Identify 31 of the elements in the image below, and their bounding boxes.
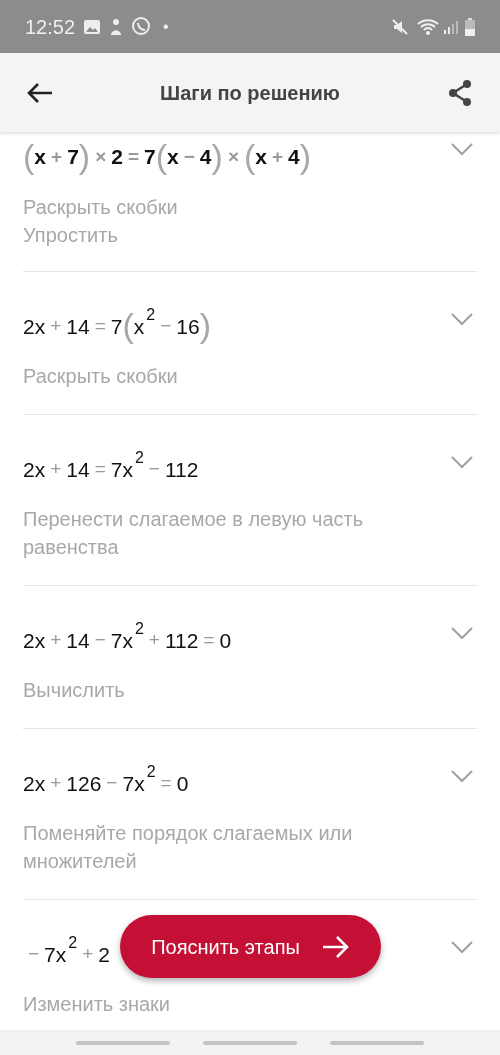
chevron-icon[interactable]	[451, 143, 473, 156]
step-description: Упростить	[23, 222, 119, 248]
mute-icon	[391, 17, 409, 36]
battery-icon	[465, 17, 475, 36]
nav-button[interactable]	[203, 1040, 297, 1045]
signal-icon	[443, 18, 459, 35]
explain-steps-button[interactable]: Пояснить этапы	[120, 915, 381, 978]
step-description: Изменить знаки	[23, 991, 172, 1017]
step-description: Раскрыть скобки	[23, 363, 179, 389]
chevron-icon[interactable]	[451, 626, 473, 640]
notification-dot: •	[163, 16, 169, 37]
status-time: 12:52	[25, 14, 76, 40]
wifi-icon	[417, 17, 439, 36]
step-description: Перенести слагаемое в левую часть равенства	[23, 506, 365, 560]
step-description: Поменяйте порядок слагаемых или множителей	[23, 820, 354, 874]
chevron-icon[interactable]	[451, 769, 473, 783]
image-icon	[83, 18, 102, 35]
chevron-icon[interactable]	[451, 940, 473, 954]
chevron-icon[interactable]	[451, 455, 473, 469]
back-arrow-icon	[27, 81, 53, 104]
arrow-right-icon	[321, 934, 350, 959]
step-description: Раскрыть скобки	[23, 194, 179, 220]
header-title: Шаги по решению	[160, 80, 340, 106]
equation: (x + 7)× 2 = 7(x − 4)×(x + 4)	[23, 140, 312, 174]
step-description: Вычислить	[23, 677, 126, 703]
nav-button[interactable]	[76, 1040, 171, 1045]
nav-button[interactable]	[329, 1040, 424, 1045]
figure-icon	[109, 17, 124, 36]
phone-bubble-icon	[131, 16, 152, 37]
share-icon	[447, 78, 473, 107]
chevron-icon[interactable]	[451, 312, 473, 326]
